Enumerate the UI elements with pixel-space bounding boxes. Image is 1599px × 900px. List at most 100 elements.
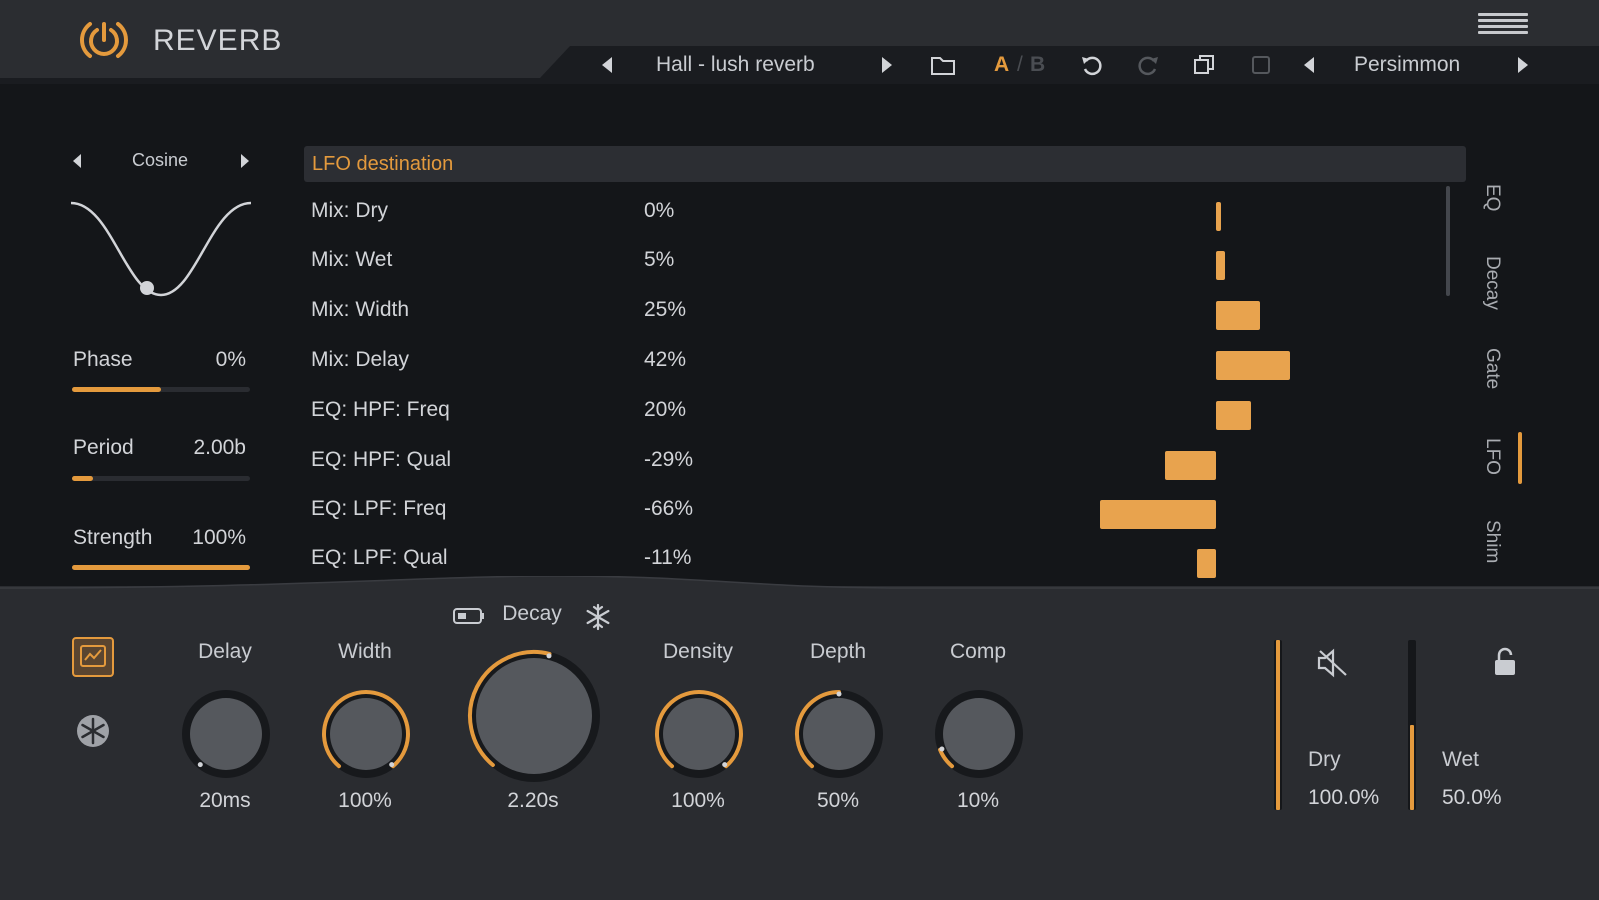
power-icon[interactable] [76,18,132,62]
arrow-left-icon [602,57,612,73]
knob-body [943,698,1015,770]
knob-value: 10% [956,789,1000,812]
undo-button[interactable] [1080,52,1104,78]
mute-button[interactable] [1316,648,1350,678]
mute-icon [1317,648,1347,678]
knob-pointer [546,653,552,659]
preset-next-button[interactable] [880,52,894,78]
copy-icon [1194,55,1214,74]
preset-folder-button[interactable] [930,52,956,78]
shape-next-button[interactable] [238,152,252,170]
knob-pointer [836,691,842,697]
wet-meter[interactable] [1408,640,1416,810]
copy-button[interactable] [1192,52,1216,78]
lfo-waveform[interactable] [66,195,256,305]
knob-value: 20ms [199,789,251,812]
paste-button[interactable] [1250,52,1272,78]
tab-eq[interactable]: EQ [1481,184,1503,211]
dest-row-bar[interactable] [1216,301,1260,330]
wet-meter-level [1410,725,1414,810]
phase-slider[interactable] [72,387,250,392]
lfo-shape-name: Cosine [131,150,189,170]
tab-lfo[interactable]: LFO [1481,438,1503,475]
dest-row-name: Mix: Wet [311,248,393,271]
knob-value: 100% [671,789,725,812]
dry-meter[interactable] [1274,640,1282,810]
period-slider[interactable] [72,476,250,481]
dry-label: Dry [1308,748,1341,771]
strength-slider[interactable] [72,565,250,570]
ab-a-button[interactable]: A [994,52,1009,78]
knob-body [330,698,402,770]
knob-value: 2.20s [507,789,559,812]
dest-row-bar[interactable] [1216,401,1252,430]
shape-prev-button[interactable] [70,152,84,170]
paste-icon [1252,56,1270,74]
top-strip [560,0,1599,46]
menu-icon[interactable] [1478,10,1528,38]
dest-row-bar[interactable] [1099,500,1216,529]
wet-value: 50.0% [1442,786,1502,809]
tab-decay[interactable]: Decay [1481,256,1503,310]
period-value: 2.00b [193,436,246,459]
decay-knob[interactable] [464,646,604,786]
strength-value: 100% [192,526,246,549]
dest-row-value: -29% [644,448,694,471]
knob-body [803,698,875,770]
lock-icon [1495,647,1515,675]
phase-label: Phase [73,348,133,371]
redo-button[interactable] [1136,52,1160,78]
dest-row-value: -66% [644,497,694,520]
knob-body [190,698,262,770]
lfo-destination-title: LFO destination [312,153,454,175]
wet-label: Wet [1442,748,1479,771]
dest-row-bar[interactable] [1216,351,1290,380]
dest-row-bar[interactable] [1196,549,1216,578]
knob-label: Comp [949,640,1007,663]
tab-gate[interactable]: Gate [1481,348,1503,389]
knob-pointer [722,762,728,768]
dest-row-name: Mix: Dry [311,199,388,222]
undo-icon [1082,56,1102,76]
destination-scrollbar[interactable] [1446,186,1450,296]
dest-row-value: -11% [644,546,692,569]
redo-icon [1138,56,1158,76]
dest-row-bar[interactable] [1216,202,1221,231]
dry-meter-level [1276,640,1280,810]
density-knob[interactable] [651,686,747,782]
theme-prev-button[interactable] [1302,52,1316,78]
knob-pointer [939,746,945,752]
theme-next-button[interactable] [1516,52,1530,78]
ab-b-button[interactable]: B [1030,52,1045,78]
decay-section-title: Decay [502,602,562,625]
knob-value: 100% [338,789,392,812]
freeze-button[interactable] [76,714,110,748]
knob-label: Width [338,640,392,663]
display-toggle-button[interactable] [72,637,114,677]
dest-row-name: Mix: Delay [311,348,410,371]
comp-knob[interactable] [931,686,1027,782]
display-icon [72,637,114,677]
phase-value: 0% [215,348,246,371]
dest-row-bar[interactable] [1164,451,1216,480]
snowflake-icon [77,715,109,747]
lock-button[interactable] [1492,646,1518,678]
decay-freeze-button[interactable] [584,603,612,631]
theme-name[interactable]: Persimmon [1354,52,1460,78]
dest-row-name: Mix: Width [311,298,410,321]
knob-body [663,698,735,770]
tab-shim[interactable]: Shim [1481,520,1503,563]
arrow-right-icon [882,57,892,73]
preset-name[interactable]: Hall - lush reverb [656,52,815,78]
arrow-right-icon [1518,57,1528,73]
width-knob[interactable] [318,686,414,782]
preset-prev-button[interactable] [600,52,614,78]
snowflake-icon [586,603,610,631]
depth-knob[interactable] [791,686,887,782]
dry-value: 100.0% [1308,786,1380,809]
dest-row-bar[interactable] [1216,251,1225,280]
delay-knob[interactable] [178,686,274,782]
panel-divider [0,576,1599,606]
lfo-destination-header: LFO destination [304,146,1466,182]
knob-value: 50% [816,789,860,812]
